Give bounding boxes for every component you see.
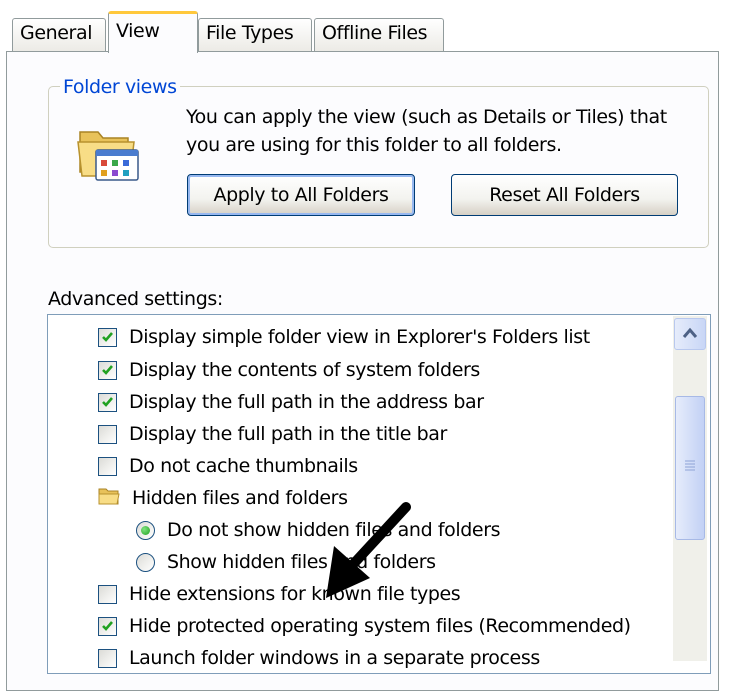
tab-strip: General View File Types Offline Files	[0, 0, 729, 53]
tab-offline-files[interactable]: Offline Files	[314, 18, 444, 51]
list-item-label: Do not cache thumbnails	[129, 455, 358, 477]
folder-icon	[76, 118, 142, 189]
checkbox-unchecked-icon[interactable]	[98, 584, 117, 604]
tab-view[interactable]: View	[108, 11, 198, 53]
list-item[interactable]: Show hidden files and folders	[136, 547, 436, 577]
scroll-up-button[interactable]	[674, 318, 706, 350]
list-item[interactable]: Do not show hidden files and folders	[136, 515, 501, 545]
checkbox-checked-icon[interactable]	[98, 327, 117, 347]
checkbox-unchecked-icon[interactable]	[98, 456, 117, 476]
checkbox-unchecked-icon[interactable]	[98, 424, 117, 444]
list-item[interactable]: Hide protected operating system files (R…	[98, 611, 631, 641]
list-item-label: Hide extensions for known file types	[129, 583, 461, 605]
list-item[interactable]: Display the full path in the title bar	[98, 419, 447, 449]
tab-general[interactable]: General	[12, 18, 106, 51]
advanced-settings-label: Advanced settings:	[48, 288, 223, 310]
list-item-label: Display the full path in the title bar	[129, 423, 447, 445]
checkbox-checked-icon[interactable]	[98, 392, 117, 412]
checkbox-unchecked-icon[interactable]	[98, 648, 117, 668]
checkbox-checked-icon[interactable]	[98, 360, 117, 380]
grip-icon	[685, 460, 695, 471]
chevron-up-icon	[682, 327, 698, 338]
list-item[interactable]: Hide extensions for known file types	[98, 579, 461, 609]
advanced-settings-list[interactable]: Display simple folder view in Explorer's…	[47, 314, 711, 674]
list-item-group-header: Hidden files and folders	[98, 483, 348, 513]
list-item-label: Launch folder windows in a separate proc…	[129, 647, 540, 669]
list-item-label: Hide protected operating system files (R…	[129, 615, 631, 637]
apply-to-all-folders-button[interactable]: Apply to All Folders	[187, 174, 415, 216]
list-item-label: Display simple folder view in Explorer's…	[129, 326, 590, 348]
radio-unselected-icon[interactable]	[136, 552, 155, 572]
list-item[interactable]: Display simple folder view in Explorer's…	[98, 322, 590, 352]
list-item[interactable]: Launch folder windows in a separate proc…	[98, 643, 540, 673]
folder-views-description: You can apply the view (such as Details …	[186, 106, 667, 156]
list-item-label: Show hidden files and folders	[167, 551, 436, 573]
checkbox-checked-icon[interactable]	[98, 616, 117, 636]
list-item-label: Display the contents of system folders	[129, 359, 480, 381]
list-item-label: Do not show hidden files and folders	[167, 519, 501, 541]
folder-icon	[98, 486, 120, 511]
list-item-label: Hidden files and folders	[132, 487, 348, 509]
list-item[interactable]: Do not cache thumbnails	[98, 451, 358, 481]
list-item[interactable]: Display the contents of system folders	[98, 355, 480, 385]
reset-all-folders-button[interactable]: Reset All Folders	[451, 174, 678, 216]
list-item[interactable]: Display the full path in the address bar	[98, 387, 484, 417]
vertical-scrollbar[interactable]	[673, 316, 707, 661]
folder-views-legend: Folder views	[60, 76, 180, 98]
list-item-label: Display the full path in the address bar	[129, 391, 484, 413]
scroll-thumb[interactable]	[675, 396, 705, 540]
radio-selected-icon[interactable]	[136, 520, 155, 540]
tab-file-types[interactable]: File Types	[198, 18, 312, 51]
